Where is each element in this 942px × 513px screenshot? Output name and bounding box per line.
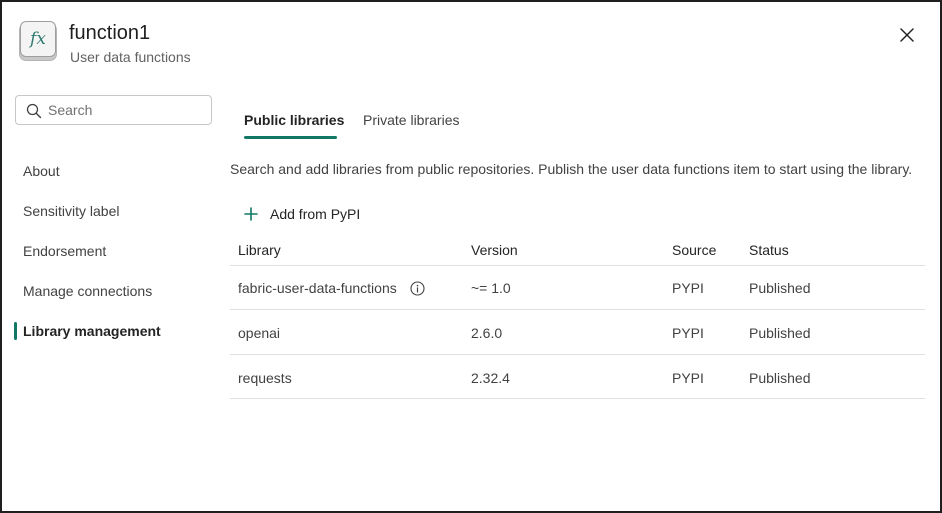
table-row-version: 2.32.4 [471,370,510,386]
column-header-status: Status [749,242,789,258]
table-row-library: fabric-user-data-functions [238,280,397,296]
dialog: fx function1 User data functions About S… [0,0,942,513]
dialog-subtitle: User data functions [70,49,191,65]
close-button[interactable] [894,22,920,48]
table-divider [230,265,925,266]
description-text: Search and add libraries from public rep… [230,161,913,177]
column-header-version: Version [471,242,518,258]
search-box[interactable] [15,95,212,125]
sidebar-item-sensitivity-label[interactable]: Sensitivity label [23,203,120,219]
dialog-title: function1 [69,22,151,44]
table-row-library: openai [238,325,281,341]
active-tab-underline [244,136,337,139]
table-divider [230,354,925,355]
column-header-source: Source [672,242,717,258]
table-row-source: PYPI [672,280,704,296]
sidebar-active-indicator [14,322,17,340]
sidebar-item-about[interactable]: About [23,163,60,179]
table-row-library: requests [238,370,292,386]
sidebar-item-library-management[interactable]: Library management [23,323,161,339]
add-from-pypi-button[interactable]: Add from PyPI [244,203,360,225]
close-icon [900,28,914,42]
tab-public-libraries[interactable]: Public libraries [244,112,344,128]
table-row-status: Published [749,325,811,341]
plus-icon [244,207,258,221]
sidebar-item-manage-connections[interactable]: Manage connections [23,283,152,299]
search-icon [26,103,42,119]
fx-function-icon: fx [20,21,56,57]
table-row-status: Published [749,370,811,386]
table-row-status: Published [749,280,811,296]
table-divider [230,309,925,310]
table-row-version: 2.6.0 [471,325,503,341]
sidebar-item-endorsement[interactable]: Endorsement [23,243,106,259]
info-icon[interactable] [410,281,425,296]
table-divider [230,398,925,399]
table-row-version: ~= 1.0 [471,280,511,296]
column-header-library: Library [238,242,281,258]
table-row-source: PYPI [672,370,704,386]
tab-private-libraries[interactable]: Private libraries [363,112,459,128]
search-input[interactable] [48,100,203,120]
add-from-pypi-label: Add from PyPI [270,206,361,222]
table-row-source: PYPI [672,325,704,341]
